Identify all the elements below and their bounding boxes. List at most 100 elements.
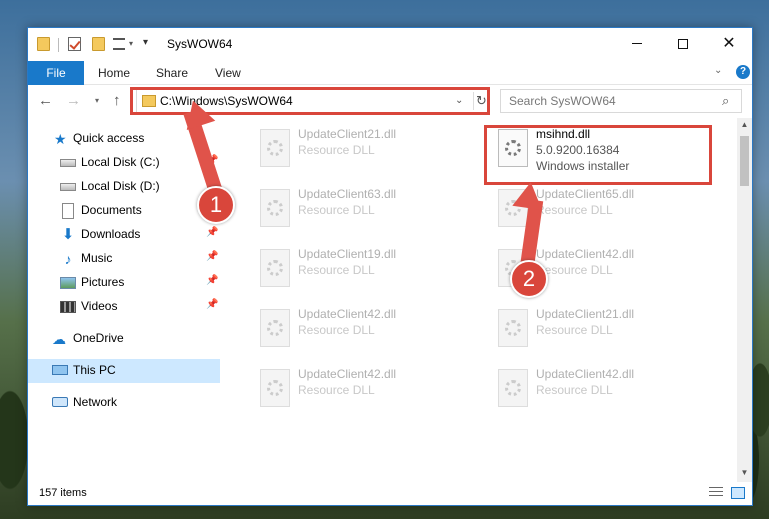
window-title: SysWOW64 xyxy=(167,37,233,51)
gear-icon xyxy=(267,380,283,396)
drive-icon xyxy=(60,183,76,191)
sidebar-item-documents[interactable]: Documents 📌 xyxy=(28,199,220,223)
sidebar-item-label: Pictures xyxy=(81,275,125,289)
step-2-badge: 2 xyxy=(510,260,548,298)
file-name: UpdateClient19.dll xyxy=(298,247,397,261)
sidebar-item-onedrive[interactable]: ☁ OneDrive xyxy=(28,327,220,351)
file-highlight-box xyxy=(484,125,712,185)
sidebar-item-label: Local Disk (D:) xyxy=(81,179,160,193)
tab-view[interactable]: View xyxy=(215,61,241,85)
minimize-button[interactable] xyxy=(614,28,660,60)
file-type: Resource DLL xyxy=(298,383,375,397)
large-icons-view-icon[interactable] xyxy=(731,487,745,499)
file-item[interactable]: UpdateClient42.dll Resource DLL xyxy=(250,301,480,357)
file-name: UpdateClient21.dll xyxy=(298,127,397,141)
download-icon: ⬇ xyxy=(61,226,75,243)
pin-icon: 📌 xyxy=(206,299,219,310)
up-button[interactable]: ↑ xyxy=(113,92,121,109)
file-name: UpdateClient42.dll xyxy=(536,367,635,381)
search-input[interactable]: Search SysWOW64 ⌕ xyxy=(500,89,742,113)
videos-icon xyxy=(60,301,76,313)
sidebar-item-label: Local Disk (C:) xyxy=(81,155,160,169)
sidebar-item-label: Quick access xyxy=(73,131,145,145)
scroll-up-icon[interactable]: ▲ xyxy=(737,120,752,129)
customize-quick-access-icon[interactable]: ▾ xyxy=(143,37,148,48)
navigation-bar: ← → ▾ ↑ C:\Windows\SysWOW64 ⌄ ↻ Search S… xyxy=(28,86,752,116)
file-item[interactable]: UpdateClient42.dll Resource DLL xyxy=(250,361,480,417)
title-bar: ▾ ▾ SysWOW64 ✕ xyxy=(28,28,752,61)
file-item[interactable]: UpdateClient42.dll Resource DLL xyxy=(488,361,718,417)
sidebar-item-label: Downloads xyxy=(81,227,141,241)
file-type: Resource DLL xyxy=(536,203,613,217)
sidebar-item-videos[interactable]: Videos 📌 xyxy=(28,295,220,319)
sidebar-item-label: Documents xyxy=(81,203,142,217)
music-icon: ♪ xyxy=(64,251,72,267)
scroll-thumb[interactable] xyxy=(740,136,749,186)
tab-home[interactable]: Home xyxy=(98,61,130,85)
maximize-button[interactable] xyxy=(660,28,706,60)
sidebar-item-music[interactable]: ♪ Music 📌 xyxy=(28,247,220,271)
file-name: UpdateClient21.dll xyxy=(536,307,635,321)
file-type: Resource DLL xyxy=(536,383,613,397)
gear-icon xyxy=(267,260,283,276)
chevron-down-icon[interactable]: ▾ xyxy=(129,39,133,48)
scroll-down-icon[interactable]: ▼ xyxy=(737,468,752,477)
step-1-badge: 1 xyxy=(197,186,235,224)
file-name: UpdateClient65.dll xyxy=(536,187,635,201)
back-button[interactable]: ← xyxy=(38,92,53,109)
new-folder-icon[interactable] xyxy=(92,37,105,51)
file-item[interactable]: UpdateClient63.dll Resource DLL xyxy=(250,181,480,237)
gear-icon xyxy=(267,200,283,216)
pin-icon: 📌 xyxy=(206,251,219,262)
file-type: Resource DLL xyxy=(536,323,613,337)
recent-locations-icon[interactable]: ▾ xyxy=(95,96,99,105)
sidebar-item-local-disk-c[interactable]: Local Disk (C:) 📌 xyxy=(28,151,220,175)
expand-ribbon-icon[interactable]: ⌄ xyxy=(714,65,722,76)
sidebar-item-this-pc[interactable]: This PC xyxy=(28,359,220,383)
cloud-icon: ☁ xyxy=(52,331,66,347)
drive-icon xyxy=(60,159,76,167)
sidebar-item-label: Music xyxy=(81,251,113,265)
folder-icon xyxy=(37,37,50,51)
vertical-scrollbar[interactable]: ▲ ▼ xyxy=(737,118,752,482)
gear-icon xyxy=(267,320,283,336)
help-icon[interactable]: ? xyxy=(736,65,750,79)
file-item[interactable]: UpdateClient21.dll Resource DLL xyxy=(250,121,480,177)
sidebar-item-pictures[interactable]: Pictures 📌 xyxy=(28,271,220,295)
search-icon[interactable]: ⌕ xyxy=(722,93,729,109)
status-bar: 157 items xyxy=(28,484,752,505)
computer-icon xyxy=(52,365,68,375)
ribbon-tabs: File Home Share View ⌄ ? xyxy=(28,61,752,85)
arrow-head-step-2 xyxy=(512,180,546,210)
sidebar-item-label: Videos xyxy=(81,299,118,313)
navigation-pane: ★ Quick access Local Disk (C:) 📌 Local D… xyxy=(28,123,220,483)
view-properties-icon[interactable] xyxy=(113,38,125,50)
file-type: Resource DLL xyxy=(298,323,375,337)
dll-file-icon xyxy=(260,189,290,227)
file-name: UpdateClient42.dll xyxy=(298,367,397,381)
details-view-icon[interactable] xyxy=(709,487,723,499)
file-item[interactable]: UpdateClient21.dll Resource DLL xyxy=(488,301,718,357)
sidebar-item-downloads[interactable]: ⬇ Downloads 📌 xyxy=(28,223,220,247)
dll-file-icon xyxy=(498,369,528,407)
dll-file-icon xyxy=(260,129,290,167)
forward-button[interactable]: → xyxy=(66,92,81,109)
file-name: UpdateClient42.dll xyxy=(298,307,397,321)
tab-share[interactable]: Share xyxy=(156,61,188,85)
dll-file-icon xyxy=(260,249,290,287)
star-icon: ★ xyxy=(54,131,67,147)
sidebar-item-local-disk-d[interactable]: Local Disk (D:) xyxy=(28,175,220,199)
file-item[interactable]: UpdateClient19.dll Resource DLL xyxy=(250,241,480,297)
gear-icon xyxy=(505,320,521,336)
file-type: Resource DLL xyxy=(298,263,375,277)
network-icon xyxy=(52,397,68,407)
file-name: UpdateClient63.dll xyxy=(298,187,397,201)
properties-check-icon[interactable] xyxy=(68,37,81,51)
documents-icon xyxy=(62,203,74,219)
close-button[interactable]: ✕ xyxy=(706,28,752,60)
tab-file[interactable]: File xyxy=(28,61,84,85)
sidebar-item-network[interactable]: Network xyxy=(28,391,220,415)
file-type: Resource DLL xyxy=(298,143,375,157)
pictures-icon xyxy=(60,277,76,289)
minimize-icon xyxy=(632,43,642,45)
